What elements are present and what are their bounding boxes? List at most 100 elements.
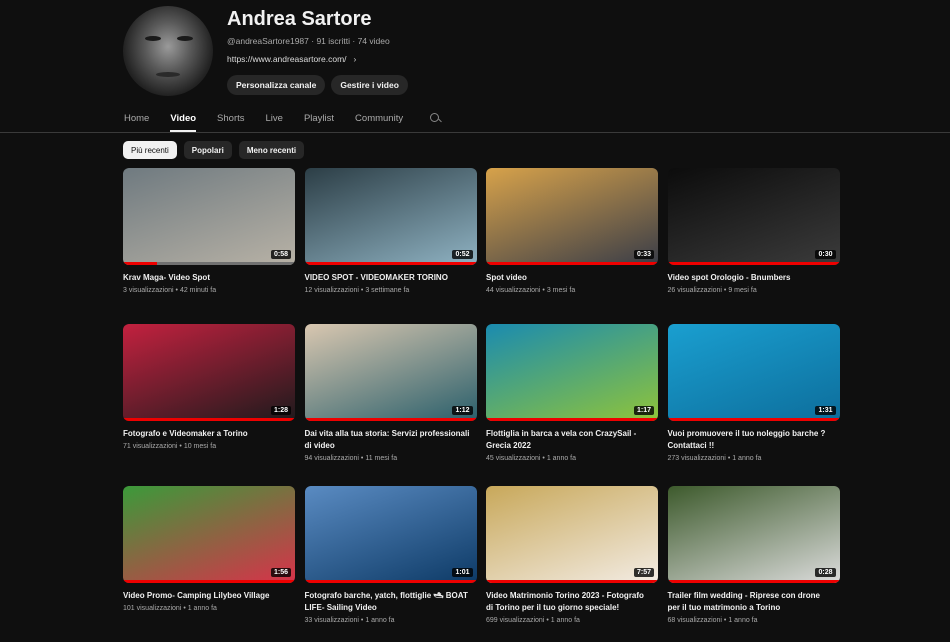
video-thumbnail[interactable]: 1:17: [486, 324, 658, 421]
video-duration: 1:17: [633, 406, 654, 415]
video-thumbnail[interactable]: 0:33: [486, 168, 658, 265]
channel-link-text[interactable]: https://www.andreasartore.com/: [227, 54, 347, 64]
view-count: 94 visualizzazioni: [304, 455, 359, 462]
video-meta: 44 visualizzazioni • 3 mesi fa: [486, 287, 576, 294]
video-card[interactable]: 1:56 Video Promo- Camping Lilybeo Villag…: [123, 486, 295, 642]
video-count: 74 video: [357, 36, 390, 46]
chip-oldest[interactable]: Meno recenti: [238, 141, 305, 159]
channel-meta: @andreaSartore1987 · 91 iscritti · 74 vi…: [227, 36, 390, 46]
tab-community[interactable]: Community: [355, 105, 403, 132]
video-title[interactable]: Dai vita alla tua storia: Servizi profes…: [305, 428, 470, 452]
video-meta: 71 visualizzazioni • 10 mesi fa: [123, 443, 217, 450]
video-title[interactable]: Video Matrimonio Torino 2023 - Fotografo…: [486, 590, 651, 614]
watch-progress-bar: [123, 580, 295, 583]
view-count: 71 visualizzazioni: [123, 443, 178, 450]
video-thumbnail[interactable]: 1:01: [304, 486, 477, 583]
video-card[interactable]: 0:33 Spot video 44 visualizzazioni • 3 m…: [486, 168, 658, 324]
video-duration: 7:57: [633, 568, 654, 577]
video-meta: 94 visualizzazioni • 11 mesi fa: [304, 455, 398, 462]
video-thumbnail[interactable]: 1:28: [123, 324, 295, 421]
video-duration: 1:12: [452, 406, 473, 415]
video-meta: 3 visualizzazioni • 42 minuti fa: [123, 287, 217, 294]
video-thumbnail[interactable]: 7:57: [486, 486, 658, 583]
manage-videos-button[interactable]: Gestire i video: [331, 75, 408, 95]
video-thumbnail[interactable]: 1:56: [123, 486, 295, 583]
video-thumbnail[interactable]: 0:58: [123, 168, 295, 265]
tab-shorts[interactable]: Shorts: [217, 105, 244, 132]
video-title[interactable]: Video spot Orologio - Bnumbers: [668, 272, 833, 284]
upload-age: 1 anno fa: [550, 617, 580, 624]
view-count: 699 visualizzazioni: [486, 617, 545, 624]
video-title[interactable]: Fotografo barche, yatch, flottiglie 🛥 BO…: [305, 590, 470, 614]
tab-video[interactable]: Video: [170, 105, 196, 132]
search-icon[interactable]: [430, 113, 441, 124]
view-count: 44 visualizzazioni: [486, 287, 541, 294]
video-thumbnail[interactable]: 1:31: [667, 324, 840, 421]
video-card[interactable]: 0:58 Krav Maga- Video Spot 3 visualizzaz…: [123, 168, 295, 324]
video-card[interactable]: 1:28 Fotografo e Videomaker a Torino 71 …: [123, 324, 295, 486]
watch-progress-bar: [667, 580, 840, 583]
video-card[interactable]: 7:57 Video Matrimonio Torino 2023 - Foto…: [486, 486, 658, 642]
upload-age: 3 mesi fa: [546, 287, 576, 294]
view-count: 33 visualizzazioni: [304, 617, 359, 624]
view-count: 68 visualizzazioni: [667, 617, 722, 624]
upload-age: 11 mesi fa: [365, 455, 398, 462]
video-thumbnail[interactable]: 0:28: [667, 486, 840, 583]
video-title[interactable]: Fotografo e Videomaker a Torino: [123, 428, 288, 440]
video-grid: 0:58 Krav Maga- Video Spot 3 visualizzaz…: [123, 168, 840, 642]
video-card[interactable]: 1:12 Dai vita alla tua storia: Servizi p…: [304, 324, 477, 486]
video-duration: 0:33: [633, 250, 654, 259]
video-duration: 0:52: [452, 250, 473, 259]
video-title[interactable]: Trailer film wedding - Riprese con drone…: [668, 590, 833, 614]
chevron-right-icon[interactable]: ›: [354, 54, 357, 64]
video-duration: 1:56: [270, 568, 291, 577]
view-count: 12 visualizzazioni: [304, 287, 359, 294]
watch-progress-bar: [486, 580, 658, 583]
video-duration: 1:31: [815, 406, 836, 415]
watch-progress-bar: [486, 418, 658, 421]
video-title[interactable]: Video Promo- Camping Lilybeo Village: [123, 590, 288, 602]
upload-age: 1 anno fa: [732, 455, 762, 462]
video-card[interactable]: 0:30 Video spot Orologio - Bnumbers 26 v…: [667, 168, 840, 324]
video-thumbnail[interactable]: 1:12: [304, 324, 477, 421]
watch-progress-bar: [123, 418, 295, 421]
video-meta: 101 visualizzazioni • 1 anno fa: [123, 605, 217, 612]
video-thumbnail[interactable]: 0:30: [667, 168, 840, 265]
video-meta: 68 visualizzazioni • 1 anno fa: [667, 617, 758, 624]
channel-handle: @andreaSartore1987: [227, 36, 309, 46]
video-card[interactable]: 1:01 Fotografo barche, yatch, flottiglie…: [304, 486, 477, 642]
tab-home[interactable]: Home: [124, 105, 149, 132]
video-card[interactable]: 1:17 Flottiglia in barca a vela con Craz…: [486, 324, 658, 486]
video-title[interactable]: Krav Maga- Video Spot: [123, 272, 288, 284]
upload-age: 1 anno fa: [728, 617, 758, 624]
channel-avatar[interactable]: [123, 6, 213, 96]
upload-age: 1 anno fa: [187, 605, 217, 612]
video-title[interactable]: Flottiglia in barca a vela con CrazySail…: [486, 428, 651, 452]
watch-progress-bar: [304, 418, 477, 421]
tab-playlist[interactable]: Playlist: [304, 105, 334, 132]
view-count: 3 visualizzazioni: [123, 287, 174, 294]
video-duration: 1:28: [270, 406, 291, 415]
video-meta: 45 visualizzazioni • 1 anno fa: [486, 455, 577, 462]
customize-channel-button[interactable]: Personalizza canale: [227, 75, 326, 95]
video-card[interactable]: 0:52 VIDEO SPOT - VIDEOMAKER TORINO 12 v…: [304, 168, 477, 324]
video-title[interactable]: VIDEO SPOT - VIDEOMAKER TORINO: [305, 272, 470, 284]
video-meta: 12 visualizzazioni • 3 settimane fa: [304, 287, 410, 294]
video-card[interactable]: 1:31 Vuoi promuovere il tuo noleggio bar…: [667, 324, 840, 486]
chip-popular[interactable]: Popolari: [183, 141, 232, 159]
upload-age: 1 anno fa: [365, 617, 395, 624]
watch-progress-bar: [667, 418, 840, 421]
video-title[interactable]: Vuoi promuovere il tuo noleggio barche ?…: [668, 428, 833, 452]
tab-live[interactable]: Live: [266, 105, 283, 132]
channel-name: Andrea Sartore: [227, 8, 372, 30]
watch-progress-bar: [304, 262, 477, 265]
channel-link[interactable]: https://www.andreasartore.com/ ›: [227, 54, 356, 64]
view-count: 101 visualizzazioni: [123, 605, 182, 612]
upload-age: 42 minuti fa: [179, 287, 217, 294]
video-card[interactable]: 0:28 Trailer film wedding - Riprese con …: [667, 486, 840, 642]
chip-most-recent[interactable]: Più recenti: [123, 141, 177, 159]
upload-age: 10 mesi fa: [183, 443, 217, 450]
video-title[interactable]: Spot video: [486, 272, 651, 284]
video-thumbnail[interactable]: 0:52: [304, 168, 477, 265]
watch-progress-bar: [304, 580, 477, 583]
